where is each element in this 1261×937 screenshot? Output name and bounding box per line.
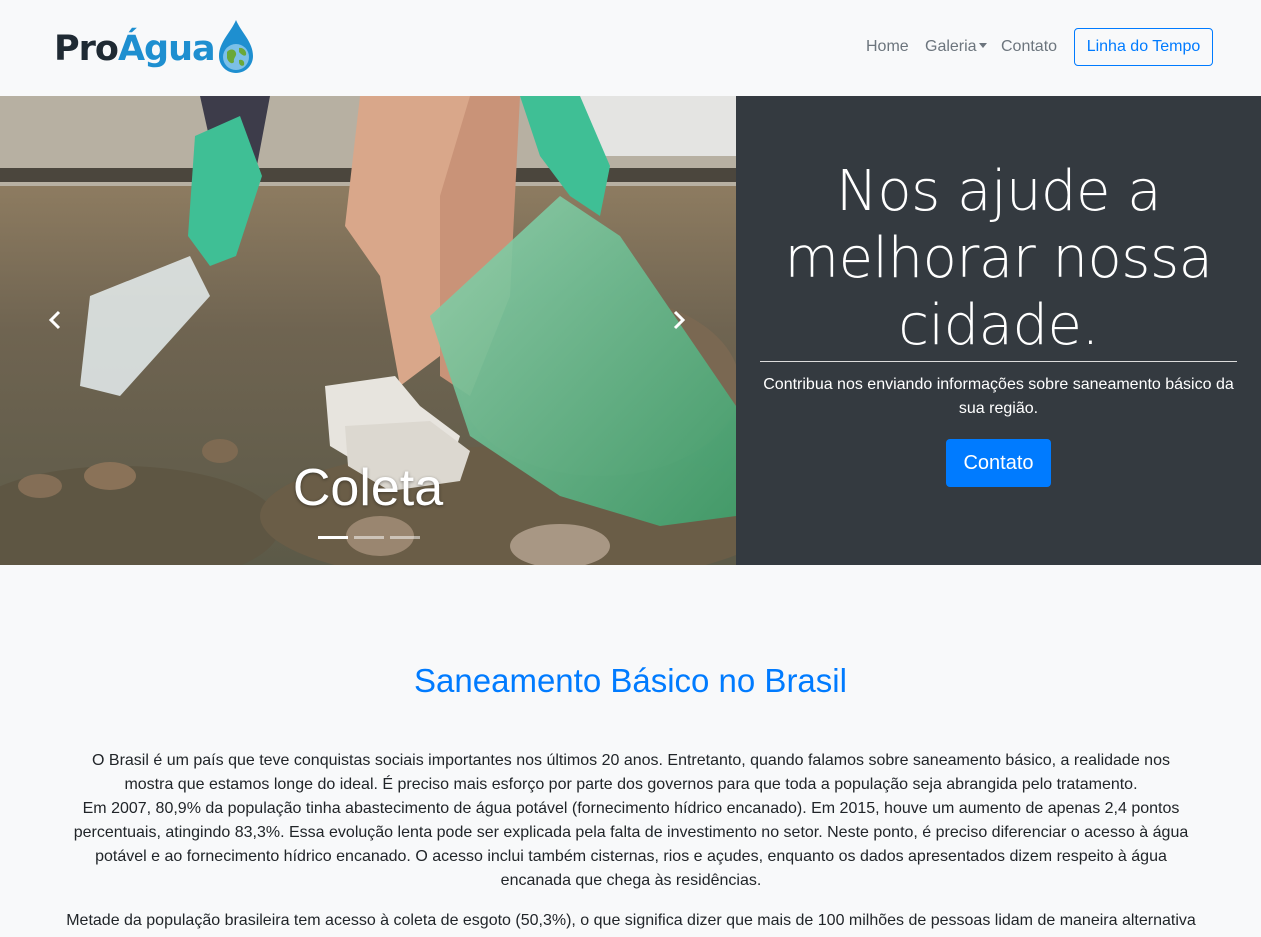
- navbar: Pro Água Home Galeria Contato Linha do Te…: [0, 0, 1261, 96]
- nav-contato-link[interactable]: Contato: [1001, 38, 1057, 60]
- contribute-panel: Nos ajude a melhorar nossa cidade. Contr…: [736, 96, 1261, 565]
- divider: [760, 361, 1237, 362]
- contribute-description: Contribua nos enviando informações sobre…: [763, 376, 1234, 417]
- paragraph-1-line-1: O Brasil é um país que teve conquistas s…: [92, 752, 1170, 793]
- section-title: Saneamento Básico no Brasil: [414, 662, 847, 699]
- water-drop-globe-icon: [218, 20, 253, 73]
- carousel-prev-icon[interactable]: [45, 308, 65, 332]
- nav-galeria-label: Galeria: [925, 38, 977, 55]
- brand-logo[interactable]: Pro Água: [54, 20, 255, 78]
- nav-home-link[interactable]: Home: [866, 38, 909, 60]
- carousel-indicators: [318, 536, 420, 539]
- timeline-button[interactable]: Linha do Tempo: [1074, 28, 1213, 66]
- caret-down-icon: [978, 43, 987, 48]
- contato-button[interactable]: Contato: [946, 439, 1051, 487]
- brand-name-part2: Água: [117, 29, 216, 69]
- carousel-indicator-1[interactable]: [318, 536, 348, 539]
- hero-section: Coleta Nos ajude a melhorar nossa cidade…: [0, 96, 1261, 565]
- paragraph-1-line-2: Em 2007, 80,9% da população tinha abaste…: [73, 800, 1189, 889]
- contribute-heading: Nos ajude a melhorar nossa cidade.: [784, 159, 1213, 358]
- article-paragraph-1: O Brasil é um país que teve conquistas s…: [66, 749, 1196, 893]
- brand-name-part1: Pro: [54, 29, 119, 69]
- carousel-indicator-3[interactable]: [390, 536, 420, 539]
- image-carousel: Coleta: [0, 96, 736, 565]
- carousel-indicator-2[interactable]: [354, 536, 384, 539]
- carousel-next-icon[interactable]: [669, 308, 689, 332]
- article-paragraph-2: Metade da população brasileira tem acess…: [66, 912, 1196, 929]
- nav-galeria-dropdown[interactable]: Galeria: [925, 38, 987, 60]
- carousel-caption: Coleta: [292, 459, 444, 517]
